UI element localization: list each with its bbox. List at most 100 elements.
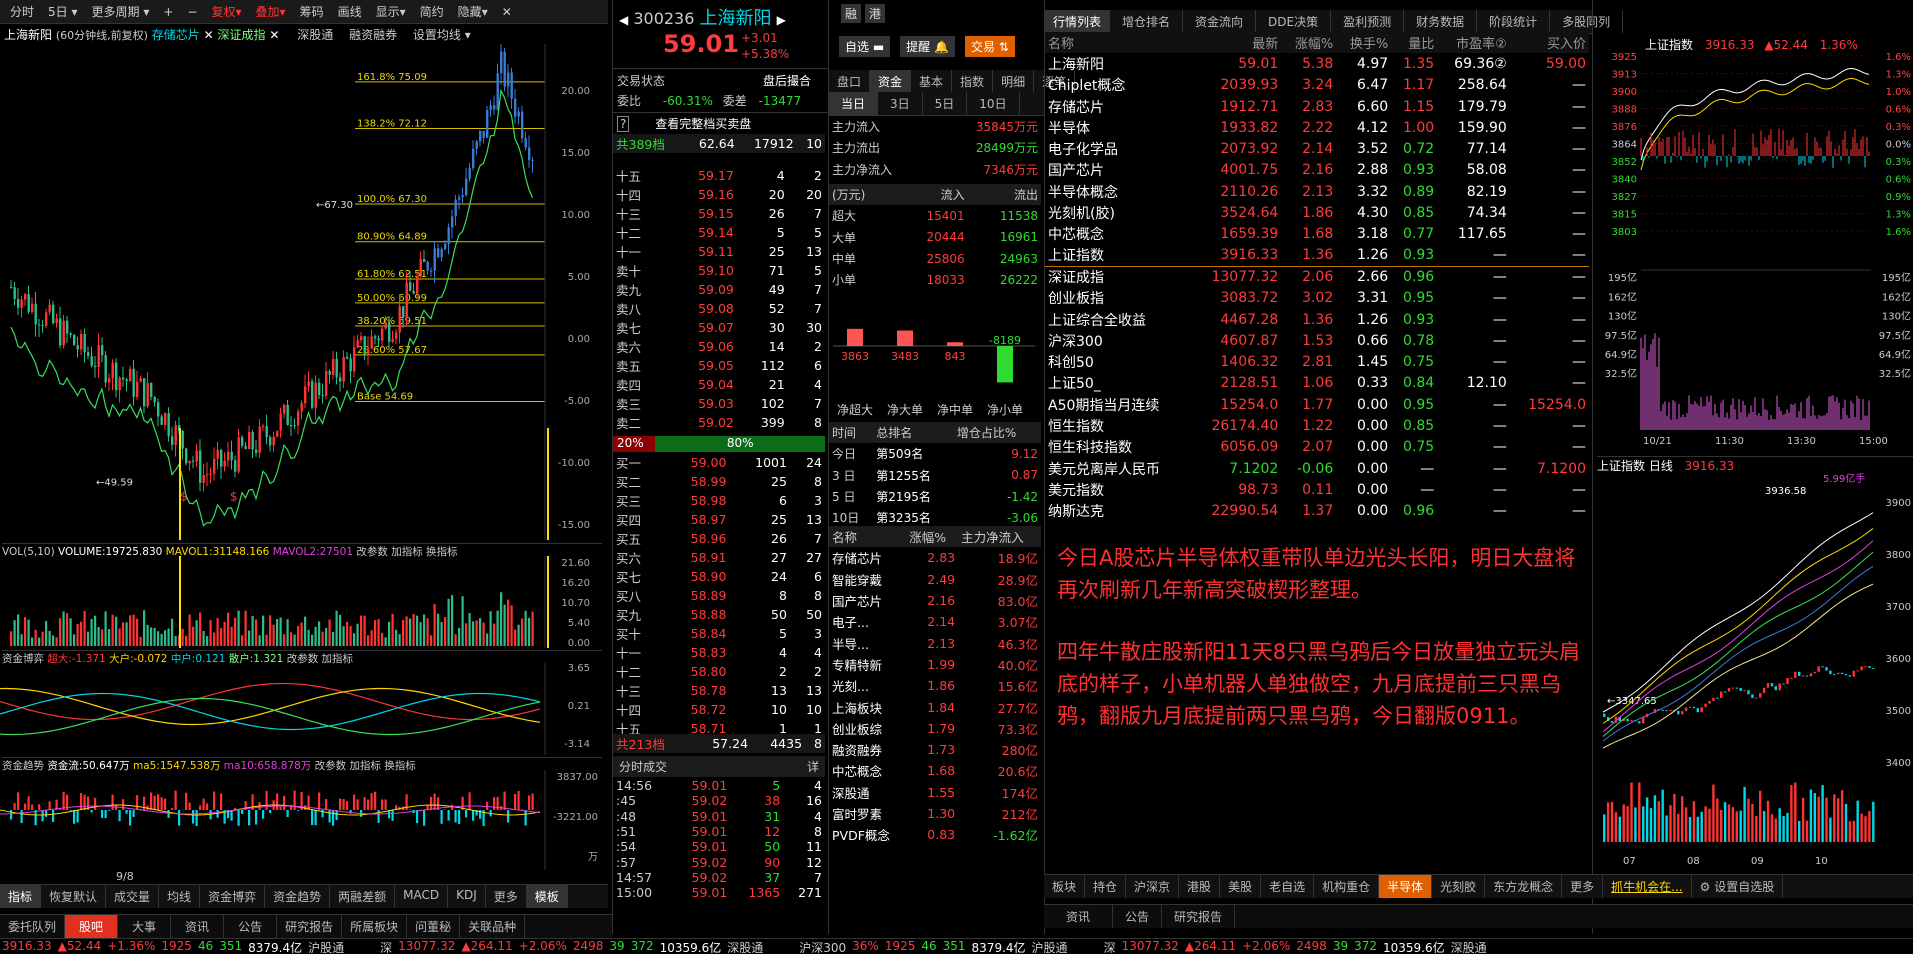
sell-row[interactable]: 卖八 59.08 52 7 [613, 299, 825, 318]
sell-row[interactable]: 卖四 59.04 21 4 [613, 375, 825, 394]
tab-hk-stock[interactable]: 港股 [1179, 875, 1221, 898]
sell-row[interactable]: 十二 59.14 5 5 [613, 223, 825, 242]
link-margin[interactable]: 融资融券 [349, 28, 397, 42]
tab-events[interactable]: 大事 [118, 915, 172, 938]
market-row[interactable]: 美元兑离岸人民币 7.1202 -0.06 0.00 — — 7.1200 [1045, 458, 1589, 479]
watchlist-button[interactable]: 自选 ▬ [839, 36, 891, 57]
tab-order-queue[interactable]: 委托队列 [0, 915, 66, 938]
period-intraday-button[interactable]: 分时 [4, 2, 40, 21]
tab-sector[interactable]: 板块 [1044, 875, 1086, 898]
overlay-sz-index[interactable]: 深证成指 [217, 28, 265, 42]
period-5day-button[interactable]: 5日 ▾ [42, 2, 83, 21]
period-3d[interactable]: 3日 [878, 92, 923, 115]
tab-capital-game[interactable]: 资金博弈 [200, 885, 266, 908]
buy-row[interactable]: 买十 58.84 5 3 [613, 624, 825, 643]
market-row[interactable]: 恒生科技指数 6056.09 2.07 0.00 0.75 — — [1045, 437, 1589, 458]
market-row[interactable]: 深证成指 13077.32 2.06 2.66 0.96 — — [1045, 266, 1589, 287]
hide-button[interactable]: 隐藏▾ [452, 2, 494, 21]
buy-row[interactable]: 买六 58.91 27 27 [613, 548, 825, 567]
tab-ma[interactable]: 均线 [159, 885, 201, 908]
sector-row[interactable]: 创业板综 1.79 73.3亿 [829, 718, 1041, 739]
sell-row[interactable]: 卖九 59.09 49 7 [613, 280, 825, 299]
buy-row[interactable]: 买一 59.00 1001 24 [613, 453, 825, 472]
buy-row[interactable]: 买五 58.96 26 7 [613, 529, 825, 548]
buy-row[interactable]: 十一 58.83 4 4 [613, 643, 825, 662]
market-row[interactable]: 光刻机(胶) 3524.64 1.86 4.30 0.85 74.34 — [1045, 202, 1589, 223]
tab-report[interactable]: 研究报告 [1162, 905, 1236, 928]
buy-row[interactable]: 买八 58.89 8 8 [613, 586, 825, 605]
buy-row[interactable]: 买九 58.88 50 50 [613, 605, 825, 624]
zoom-out-button[interactable]: − [181, 4, 203, 20]
tab-holdings[interactable]: 持仓 [1085, 875, 1127, 898]
tab-notice[interactable]: 公告 [224, 915, 278, 938]
sector-row[interactable]: 智能穿戴 2.49 28.9亿 [829, 569, 1041, 590]
tab-margin-diff[interactable]: 两融差额 [330, 885, 396, 908]
tab-news[interactable]: 资讯 [171, 915, 225, 938]
sell-row[interactable]: 卖五 59.05 112 6 [613, 356, 825, 375]
buy-row[interactable]: 十二 58.80 2 2 [613, 662, 825, 681]
alert-button[interactable]: 提醒 🔔 [900, 36, 955, 57]
sell-row[interactable]: 卖二 59.02 399 8 [613, 413, 825, 432]
market-row[interactable]: Chiplet概念 2039.93 3.24 6.47 1.17 258.64 — [1045, 75, 1589, 96]
tab-semiconductor[interactable]: 半导体 [1379, 875, 1433, 898]
tab-old-watch[interactable]: 老自选 [1261, 875, 1315, 898]
ticks-detail-link[interactable]: 详 [807, 758, 819, 775]
market-row[interactable]: 国产芯片 4001.75 2.16 2.88 0.93 58.08 — [1045, 160, 1589, 181]
tab-dde[interactable]: DDE决策 [1256, 10, 1332, 33]
market-row[interactable]: 上证50_ 2128.51 1.06 0.33 0.84 12.10 — [1045, 373, 1589, 394]
tab-forecast[interactable]: 盈利预测 [1331, 10, 1405, 33]
tab-fund[interactable]: 资金 [870, 70, 912, 93]
tab-capital-trend[interactable]: 资金趋势 [265, 885, 331, 908]
period-more-button[interactable]: 更多周期 ▾ [86, 2, 156, 21]
tab-us-stock[interactable]: 美股 [1220, 875, 1262, 898]
market-row[interactable]: 纳斯达克 22990.54 1.37 0.00 0.96 — — [1045, 501, 1589, 522]
tab-research[interactable]: 研究报告 [277, 915, 343, 938]
tab-volume[interactable]: 成交量 [106, 885, 160, 908]
settings-watchlist[interactable]: ⚙ 设置自选股 [1692, 875, 1784, 898]
market-row[interactable]: 科创50 1406.32 2.81 1.45 0.75 — — [1045, 351, 1589, 372]
market-row[interactable]: 半导体概念 2110.26 2.13 3.32 0.89 82.19 — [1045, 181, 1589, 202]
link-hk-connect[interactable]: 深股通 [297, 28, 333, 42]
tab-reset[interactable]: 恢复默认 [41, 885, 107, 908]
chips-button[interactable]: 筹码 [294, 2, 330, 21]
overlay-storage-chip[interactable]: 存储芯片 [152, 28, 200, 42]
market-row[interactable]: 电子化学品 2073.92 2.14 3.52 0.72 77.14 — [1045, 138, 1589, 159]
sell-row[interactable]: 卖十 59.10 71 5 [613, 261, 825, 280]
link-opportunity[interactable]: 抓牛机会在... [1603, 875, 1692, 898]
tab-ask-secretary[interactable]: 问董秘 [407, 915, 461, 938]
tab-indicator[interactable]: 指标 [0, 885, 42, 908]
tab-hsj[interactable]: 沪深京 [1126, 875, 1180, 898]
market-row[interactable]: 沪深300 4607.87 1.53 0.66 0.78 — — [1045, 330, 1589, 351]
sector-row[interactable]: 中芯概念 1.68 20.6亿 [829, 760, 1041, 781]
sell-row[interactable]: 卖三 59.03 102 7 [613, 394, 825, 413]
kline-chart[interactable]: 161.8% 75.09 138.2% 72.12 100.0% 67.30 80.9… [0, 44, 608, 540]
sector-row[interactable]: 光刻... 1.86 15.6亿 [829, 675, 1041, 696]
market-row[interactable]: 上证综合全收益 4467.28 1.36 1.26 0.93 — — [1045, 309, 1589, 330]
market-row[interactable]: A50期指当月连续 15254.0 1.77 0.00 0.95 — 15254.0 [1045, 394, 1589, 415]
tab-macd[interactable]: MACD [395, 885, 449, 908]
tab-sectors[interactable]: 所属板块 [342, 915, 408, 938]
sector-row[interactable]: 半导... 2.13 46.3亿 [829, 632, 1041, 653]
display-button[interactable]: 显示▾ [370, 2, 412, 21]
market-row[interactable]: 中芯概念 1659.39 1.68 3.18 0.77 117.65 — [1045, 224, 1589, 245]
tab-detail[interactable]: 明细 [993, 70, 1035, 93]
sell-row[interactable]: 十一 59.11 25 13 [613, 242, 825, 261]
sector-row[interactable]: 融资融券 1.73 280亿 [829, 739, 1041, 760]
tab-related[interactable]: 关联品种 [460, 915, 526, 938]
sell-row[interactable]: 卖六 59.06 14 2 [613, 337, 825, 356]
simple-button[interactable]: 简约 [414, 2, 450, 21]
sell-row[interactable]: 卖七 59.07 30 30 [613, 318, 825, 337]
buy-row[interactable]: 买二 58.99 25 8 [613, 472, 825, 491]
tab-basic[interactable]: 基本 [911, 70, 953, 93]
sector-row[interactable]: 深股通 1.55 174亿 [829, 782, 1041, 803]
tab-dongfang[interactable]: 东方龙概念 [1485, 875, 1563, 898]
buy-row[interactable]: 买三 58.98 6 3 [613, 491, 825, 510]
tab-pankou[interactable]: 盘口 [829, 70, 871, 93]
link-ma-settings[interactable]: 设置均线 [413, 28, 461, 42]
adjust-button[interactable]: 复权▾ [205, 2, 247, 21]
sector-row[interactable]: 国产芯片 2.16 83.0亿 [829, 590, 1041, 611]
sell-row[interactable]: 十四 59.16 20 20 [613, 185, 825, 204]
buy-row[interactable]: 十四 58.72 10 10 [613, 700, 825, 719]
sector-row[interactable]: PVDF概念 0.83 -1.62亿 [829, 824, 1041, 845]
trade-button[interactable]: 交易 ⇅ [964, 36, 1015, 57]
